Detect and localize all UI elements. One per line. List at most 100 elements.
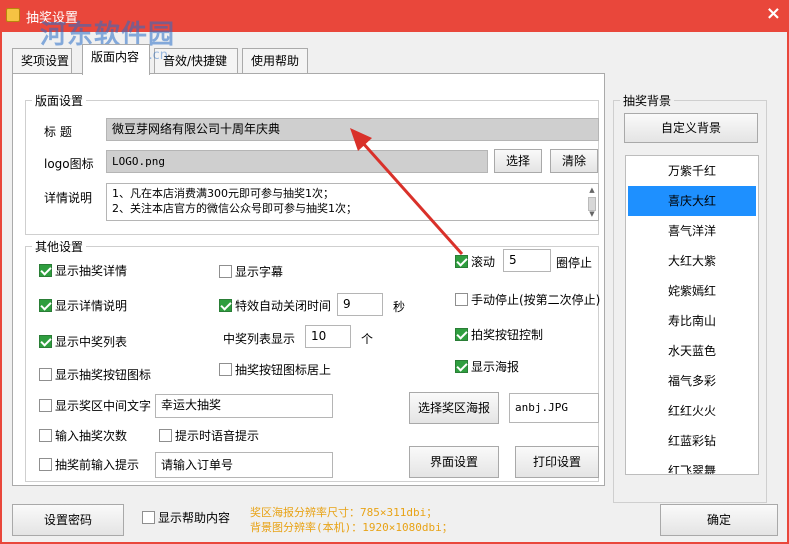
auto-close-checkbox[interactable]: 特效自动关闭时间 [219,298,331,314]
show-help-checkbox[interactable]: 显示帮助内容 [142,510,230,526]
show-lottery-detail-checkbox[interactable]: 显示抽奖详情 [39,263,127,279]
checkbox-box[interactable] [39,368,52,381]
checkbox-label: 拍奖按钮控制 [471,328,544,342]
print-settings-button[interactable]: 打印设置 [515,446,599,478]
show-subtitle-checkbox[interactable]: 显示字幕 [219,264,283,280]
voice-hint-checkbox[interactable]: 提示时语音提示 [159,428,259,444]
ok-button[interactable]: 确定 [660,504,778,536]
show-btn-icon-checkbox[interactable]: 显示抽奖按钮图标 [39,367,151,383]
manual-stop-checkbox[interactable]: 手动停止(按第二次停止) [455,292,600,308]
show-detail-desc-checkbox[interactable]: 显示详情说明 [39,298,127,314]
detail-textarea[interactable]: 1、凡在本店消费满300元即可参与抽奖1次； 2、关注本店官方的微信公众号即可参… [106,183,599,221]
gift-icon [6,8,20,22]
list-item[interactable]: 水天蓝色 [626,336,758,366]
detail-line: 1、凡在本店消费满300元即可参与抽奖1次； [112,187,334,200]
checkbox-label: 滚动 [471,255,496,269]
clear-logo-button[interactable]: 清除 [550,149,598,173]
checkbox-box[interactable] [39,335,52,348]
background-resolution-hint: 背景图分辨率(本机)：1920×1080dbi； [250,521,453,534]
list-item[interactable]: 福气多彩 [626,366,758,396]
list-item[interactable]: 红飞翠舞 [626,456,758,474]
checkbox-box[interactable] [219,299,232,312]
pre-input-checkbox[interactable]: 抽奖前输入提示 [39,457,139,473]
choose-poster-button[interactable]: 选择奖区海报 [409,392,499,424]
checkbox-label: 特效自动关闭时间 [235,299,332,313]
tab-help[interactable]: 使用帮助 [242,48,308,74]
checkbox-label: 显示抽奖按钮图标 [55,368,152,382]
tab-prize-settings[interactable]: 奖项设置 [12,48,72,74]
checkbox-label: 提示时语音提示 [175,429,260,443]
detail-line: 2、关注本店官方的微信公众号即可参与抽奖1次； [112,202,357,215]
list-item[interactable]: 喜庆大红 [628,186,756,216]
checkbox-label: 输入抽奖次数 [55,429,128,443]
list-item[interactable]: 红红火火 [626,396,758,426]
checkbox-box[interactable] [455,360,468,373]
checkbox-box[interactable] [219,265,232,278]
list-item[interactable]: 寿比南山 [626,306,758,336]
winner-count-label: 中奖列表显示 [223,332,296,346]
close-icon[interactable]: × [766,3,781,24]
layout-settings-legend: 版面设置 [32,92,87,109]
checkbox-box[interactable] [142,511,155,524]
btn-icon-top-checkbox[interactable]: 抽奖按钮图标居上 [219,362,331,378]
checkbox-box[interactable] [39,299,52,312]
checkbox-box[interactable] [39,264,52,277]
detail-scrollbar[interactable]: ▲ ▼ [587,185,597,219]
checkbox-box[interactable] [455,255,468,268]
btn-control-checkbox[interactable]: 拍奖按钮控制 [455,327,543,343]
scroll-down-icon[interactable]: ▼ [587,210,597,218]
show-poster-checkbox[interactable]: 显示海报 [455,359,519,375]
tab-layout-content[interactable]: 版面内容 [82,44,150,75]
checkbox-box[interactable] [159,429,172,442]
dialog-body: 奖项设置 版面内容 音效/快捷键 使用帮助 版面设置 标 题 微豆芽网络有限公司… [2,32,787,542]
checkbox-box[interactable] [39,399,52,412]
checkbox-label: 显示抽奖详情 [55,264,128,278]
detail-label: 详情说明 [44,191,93,205]
show-winner-list-checkbox[interactable]: 显示中奖列表 [39,334,127,350]
other-settings-legend: 其他设置 [32,238,87,255]
list-item[interactable]: 喜气洋洋 [626,216,758,246]
seconds-unit: 秒 [393,300,406,314]
title-label: 标 题 [44,125,72,139]
checkbox-label: 显示中奖列表 [55,335,128,349]
list-item[interactable]: 红蓝彩钻 [626,426,758,456]
checkbox-box[interactable] [455,293,468,306]
checkbox-label: 显示帮助内容 [158,511,231,525]
ui-settings-button[interactable]: 界面设置 [409,446,499,478]
checkbox-label: 显示奖区中间文字 [55,399,152,413]
checkbox-box[interactable] [39,458,52,471]
tab-panel: 版面设置 标 题 微豆芽网络有限公司十周年庆典 logo图标 LOGO.png … [12,73,605,486]
background-list[interactable]: 万紫千红 喜庆大红 喜气洋洋 大红大紫 姹紫嫣红 寿比南山 水天蓝色 福气多彩 … [625,155,759,475]
checkbox-box[interactable] [455,328,468,341]
scroll-checkbox[interactable]: 滚动 [455,254,495,270]
set-password-button[interactable]: 设置密码 [12,504,124,536]
input-times-checkbox[interactable]: 输入抽奖次数 [39,428,127,444]
poster-resolution-hint: 奖区海报分辨率尺寸：785×311dbi； [250,506,438,519]
winner-count-unit: 个 [361,332,374,346]
list-item[interactable]: 姹紫嫣红 [626,276,758,306]
auto-close-seconds-input[interactable]: 9 [337,293,383,316]
scroll-thumb[interactable] [588,197,596,211]
middle-text-input[interactable]: 幸运大抽奖 [155,394,333,418]
choose-logo-button[interactable]: 选择 [494,149,542,173]
background-group: 抽奖背景 自定义背景 万紫千红 喜庆大红 喜气洋洋 大红大紫 姹紫嫣红 寿比南山… [613,92,767,503]
checkbox-box[interactable] [39,429,52,442]
checkbox-label: 显示字幕 [235,265,284,279]
list-item[interactable]: 万紫千红 [626,156,758,186]
logo-path-input[interactable]: LOGO.png [106,150,488,173]
scroll-up-icon[interactable]: ▲ [587,186,597,194]
custom-background-button[interactable]: 自定义背景 [624,113,758,143]
list-item[interactable]: 大红大紫 [626,246,758,276]
checkbox-label: 手动停止(按第二次停止) [471,293,601,307]
scroll-rounds-input[interactable]: 5 [503,249,551,272]
layout-settings-group: 版面设置 标 题 微豆芽网络有限公司十周年庆典 logo图标 LOGO.png … [25,92,599,235]
background-legend: 抽奖背景 [620,92,675,109]
title-input[interactable]: 微豆芽网络有限公司十周年庆典 [106,118,599,141]
show-middle-text-checkbox[interactable]: 显示奖区中间文字 [39,398,151,414]
checkbox-box[interactable] [219,363,232,376]
order-number-input[interactable]: 请输入订单号 [155,452,333,478]
scroll-suffix: 圈停止 [556,256,593,270]
poster-file-input[interactable]: anbj.JPG [509,393,599,423]
checkbox-label: 抽奖按钮图标居上 [235,363,332,377]
winner-count-input[interactable]: 10 [305,325,351,348]
